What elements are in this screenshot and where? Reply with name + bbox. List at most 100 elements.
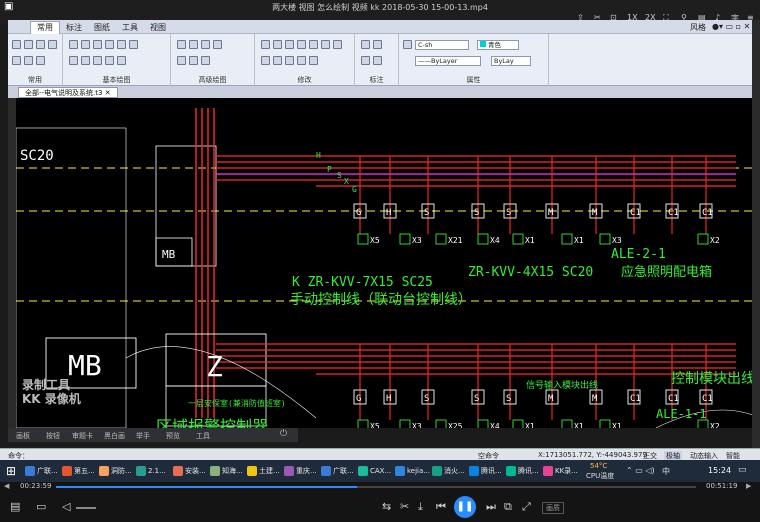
spline-icon[interactable]: [177, 40, 186, 49]
text-icon[interactable]: [69, 56, 78, 65]
dimension-icon[interactable]: [81, 56, 90, 65]
polygon-icon[interactable]: [129, 40, 138, 49]
taskbar-item[interactable]: CAX...: [357, 463, 393, 479]
mtext-icon[interactable]: [373, 56, 382, 65]
fillet-icon[interactable]: [297, 56, 306, 65]
match-icon[interactable]: [36, 40, 45, 49]
rotate-icon[interactable]: [273, 40, 282, 49]
document-tab[interactable]: 全部--电气说明及系统.t3 ✕: [18, 87, 118, 98]
pip-icon[interactable]: ⧉: [504, 500, 512, 514]
settings-eq-icon[interactable]: ⇆: [382, 500, 391, 513]
region-icon[interactable]: [189, 56, 198, 65]
taskbar-item[interactable]: kejia...: [394, 463, 430, 479]
tab-tools[interactable]: 工具: [122, 22, 138, 33]
quality-button[interactable]: 画质: [542, 502, 564, 514]
notification-icon[interactable]: ▭: [738, 465, 747, 475]
taskbar-item[interactable]: 腾讯...: [505, 463, 541, 479]
next-small-icon[interactable]: ▶: [746, 482, 751, 490]
next-icon[interactable]: ⏭: [486, 500, 496, 514]
move-icon[interactable]: [261, 40, 270, 49]
volume-slider[interactable]: [76, 507, 96, 509]
wipeout-icon[interactable]: [177, 56, 186, 65]
extend-icon[interactable]: [273, 56, 282, 65]
circle-icon[interactable]: [93, 40, 102, 49]
paste-icon[interactable]: [24, 40, 33, 49]
explode-icon[interactable]: [309, 56, 318, 65]
volume-icon[interactable]: ◁: [62, 500, 70, 513]
tab-home[interactable]: 常用: [30, 21, 60, 34]
rec-tools-button[interactable]: 工具: [196, 431, 210, 441]
table-icon[interactable]: [117, 56, 126, 65]
array-icon[interactable]: [321, 40, 330, 49]
undo-icon[interactable]: [48, 40, 57, 49]
pause-button[interactable]: ❚❚: [454, 496, 476, 518]
right-scrollbar[interactable]: [752, 20, 760, 450]
taskbar-item[interactable]: 重庆...: [283, 463, 319, 479]
rect-icon[interactable]: [117, 40, 126, 49]
copy-icon[interactable]: [12, 40, 21, 49]
taskbar-item[interactable]: 第五...: [61, 463, 97, 479]
rec-hand-button[interactable]: 举手: [136, 431, 150, 441]
arc-icon[interactable]: [105, 40, 114, 49]
offset-icon[interactable]: [309, 40, 318, 49]
boundary-icon[interactable]: [201, 56, 210, 65]
cloud-icon[interactable]: [213, 40, 222, 49]
layer-props-icon[interactable]: [403, 40, 412, 49]
mirror-icon[interactable]: [297, 40, 306, 49]
expand-icon[interactable]: ⤢: [522, 500, 531, 514]
taskbar-item[interactable]: KK录...: [542, 463, 578, 479]
tray-icons[interactable]: ⌃ ▭ ◁): [626, 466, 655, 475]
taskbar-item[interactable]: 腾讯...: [468, 463, 504, 479]
donut-icon[interactable]: [201, 40, 210, 49]
help-icon[interactable]: ●▾ ▭ ▫ ✕: [712, 22, 750, 31]
rec-board-button[interactable]: 画板: [16, 431, 30, 441]
aligned-dim-icon[interactable]: [373, 40, 382, 49]
block-icon[interactable]: [105, 56, 114, 65]
polyline-icon[interactable]: [81, 40, 90, 49]
search-icon[interactable]: [12, 56, 21, 65]
taskbar-item[interactable]: 安装...: [172, 463, 208, 479]
taskbar-item[interactable]: 广联...: [320, 463, 356, 479]
seek-bar[interactable]: [56, 486, 696, 488]
taskbar-item[interactable]: 广联...: [24, 463, 60, 479]
power-icon[interactable]: ⏻: [280, 429, 287, 439]
drawing-canvas[interactable]: G H S S S M M C1 C1 C1 X5 X3 X21 X4 X1 X1 X3 X2 G H S S S M M C1…: [16, 98, 760, 428]
linetype-combo[interactable]: ——ByLayer: [415, 56, 481, 66]
print-icon[interactable]: [333, 40, 342, 49]
tab-annotate[interactable]: 标注: [66, 22, 82, 33]
start-icon[interactable]: ⊞: [6, 464, 16, 478]
rec-button-button[interactable]: 按钮: [46, 431, 60, 441]
ellipse-icon[interactable]: [189, 40, 198, 49]
tab-view[interactable]: 视图: [150, 22, 166, 33]
clock[interactable]: 15:24: [708, 466, 731, 475]
scale-icon[interactable]: [285, 40, 294, 49]
color-combo[interactable]: 青色: [477, 40, 519, 50]
taskbar-item[interactable]: 知海...: [209, 463, 245, 479]
leader-icon[interactable]: [361, 56, 370, 65]
rec-bw-button[interactable]: 黑白画: [104, 431, 125, 441]
rec-card-button[interactable]: 审题卡: [72, 431, 93, 441]
line-icon[interactable]: [69, 40, 78, 49]
layer-combo[interactable]: C-sh: [415, 40, 469, 50]
taskbar-item[interactable]: 2.1...: [135, 463, 171, 479]
taskbar-item[interactable]: 洞防...: [98, 463, 134, 479]
break-icon[interactable]: [285, 56, 294, 65]
linear-dim-icon[interactable]: [361, 40, 370, 49]
taskbar-item[interactable]: 消火...: [431, 463, 467, 479]
prev-icon[interactable]: ⏮: [436, 500, 446, 514]
properties-icon[interactable]: [36, 56, 45, 65]
trim-icon[interactable]: [261, 56, 270, 65]
download-icon[interactable]: ⤓: [418, 500, 423, 514]
folder-icon[interactable]: ▭: [36, 500, 46, 513]
rec-preview-button[interactable]: 预览: [166, 431, 180, 441]
hatch-icon[interactable]: [93, 56, 102, 65]
play-small-icon[interactable]: ◀: [4, 482, 9, 490]
tab-sheet[interactable]: 图纸: [94, 22, 110, 33]
lineweight-combo[interactable]: ByLay: [491, 56, 531, 66]
style-label[interactable]: 风格: [690, 22, 706, 33]
ime-indicator[interactable]: 中: [662, 466, 670, 477]
layer-icon[interactable]: [24, 56, 33, 65]
menu-list-icon[interactable]: ▤: [10, 500, 20, 513]
taskbar-item[interactable]: 土建...: [246, 463, 282, 479]
scissor-icon[interactable]: ✂: [400, 500, 409, 513]
